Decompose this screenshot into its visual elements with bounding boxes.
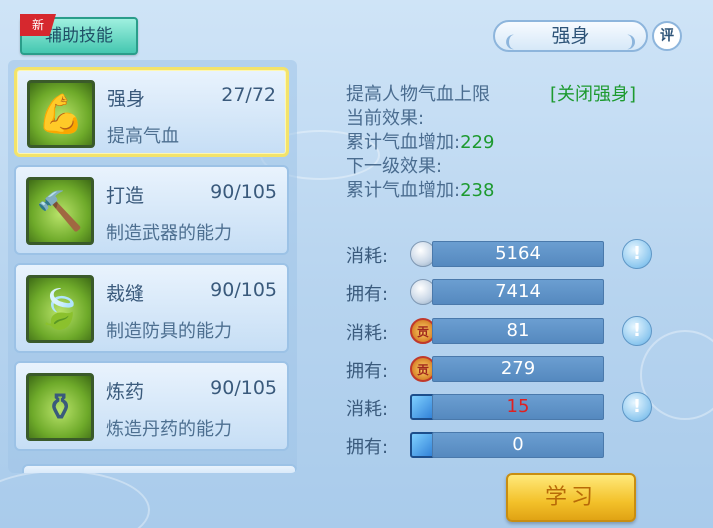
background-swirl bbox=[0, 470, 150, 528]
cost-label: 拥有: bbox=[346, 437, 389, 458]
cost-label: 消耗: bbox=[346, 399, 389, 420]
skill-card-partial[interactable] bbox=[22, 464, 297, 473]
muscle-man-icon: 💪 bbox=[27, 80, 95, 148]
cost-value: 0 bbox=[432, 432, 604, 458]
skill-name: 炼药 bbox=[106, 381, 145, 403]
info-icon[interactable]: ! bbox=[622, 316, 652, 346]
skill-name: 强身 bbox=[107, 88, 146, 110]
curl-left-icon: ❨ bbox=[503, 32, 517, 51]
skill-name: 裁缝 bbox=[106, 283, 145, 305]
leaf-icon: 🍃 bbox=[26, 275, 94, 343]
cost-value: 81 bbox=[432, 318, 604, 344]
current-effect-text: 累计气血增加: bbox=[346, 132, 461, 153]
skill-list[interactable]: 💪 强身 27/72 提高气血 🔨 打造 90/105 制造武器的能力 🍃 裁缝 90/105 制造防… bbox=[8, 60, 297, 473]
cauldron-icon: ⚱ bbox=[26, 373, 94, 441]
cost-label: 消耗: bbox=[346, 246, 389, 267]
cost-label: 拥有: bbox=[346, 284, 389, 305]
hammer-icon: 🔨 bbox=[26, 177, 94, 245]
skill-card[interactable]: ⚱ 炼药 90/105 炼造丹药的能力 bbox=[14, 361, 289, 451]
close-skill-link[interactable]: [关闭强身] bbox=[550, 80, 636, 106]
cost-value: 7414 bbox=[432, 279, 604, 305]
info-icon[interactable]: ! bbox=[622, 392, 652, 422]
next-effect-text: 累计气血增加: bbox=[346, 180, 461, 201]
cost-label: 拥有: bbox=[346, 361, 389, 382]
current-effect-label: 当前效果: bbox=[346, 108, 425, 129]
info-icon[interactable]: ! bbox=[622, 239, 652, 269]
current-effect: 累计气血增加:229 bbox=[346, 128, 494, 154]
skill-description: 提高人物气血上限 bbox=[346, 84, 490, 105]
next-effect-value: 238 bbox=[460, 180, 495, 201]
curl-right-icon: ❩ bbox=[624, 32, 638, 51]
skill-desc: 制造武器的能力 bbox=[106, 223, 232, 244]
current-effect-value: 229 bbox=[460, 132, 495, 153]
rate-button[interactable]: 评 bbox=[652, 21, 682, 51]
skill-desc: 提高气血 bbox=[107, 126, 179, 147]
cost-value: 15 bbox=[432, 394, 604, 420]
skill-level: 27/72 bbox=[221, 84, 276, 106]
skill-level: 90/105 bbox=[210, 377, 277, 399]
skill-card[interactable]: 💪 强身 27/72 提高气血 bbox=[14, 67, 289, 157]
cost-label: 消耗: bbox=[346, 323, 389, 344]
cost-value: 279 bbox=[432, 356, 604, 382]
skill-title: 强身 bbox=[551, 25, 590, 47]
skill-desc: 炼造丹药的能力 bbox=[106, 419, 232, 440]
skill-level: 90/105 bbox=[210, 181, 277, 203]
skill-level: 90/105 bbox=[210, 279, 277, 301]
learn-button[interactable]: 学习 bbox=[506, 473, 636, 522]
skill-card[interactable]: 🔨 打造 90/105 制造武器的能力 bbox=[14, 165, 289, 255]
cost-value: 5164 bbox=[432, 241, 604, 267]
next-effect-label: 下一级效果: bbox=[346, 156, 443, 177]
skill-desc: 制造防具的能力 bbox=[106, 321, 232, 342]
skill-card[interactable]: 🍃 裁缝 90/105 制造防具的能力 bbox=[14, 263, 289, 353]
next-effect: 累计气血增加:238 bbox=[346, 176, 494, 202]
skill-name: 打造 bbox=[106, 185, 145, 207]
skill-title-plate: ❨ 强身 ❩ bbox=[493, 20, 648, 52]
